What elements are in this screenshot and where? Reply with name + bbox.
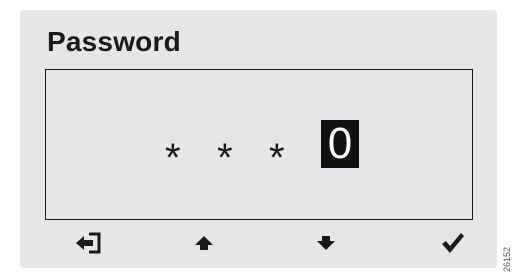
figure-id: 26152 <box>502 246 512 272</box>
exit-button[interactable] <box>74 229 106 257</box>
active-digit-cursor[interactable]: 0 <box>321 120 359 168</box>
confirm-button[interactable] <box>437 229 469 257</box>
checkmark-icon <box>441 232 465 254</box>
screen-title: Password <box>47 26 181 57</box>
masked-digit-3: * <box>269 136 285 180</box>
arrow-down-icon <box>315 234 337 252</box>
password-digits: * * * 0 <box>165 118 359 180</box>
masked-digit-1: * <box>165 136 181 180</box>
masked-digit-2: * <box>217 136 233 180</box>
arrow-up-icon <box>193 234 215 252</box>
up-button[interactable] <box>188 229 220 257</box>
down-button[interactable] <box>310 229 342 257</box>
softkey-bar <box>45 225 473 261</box>
exit-icon <box>75 232 105 254</box>
